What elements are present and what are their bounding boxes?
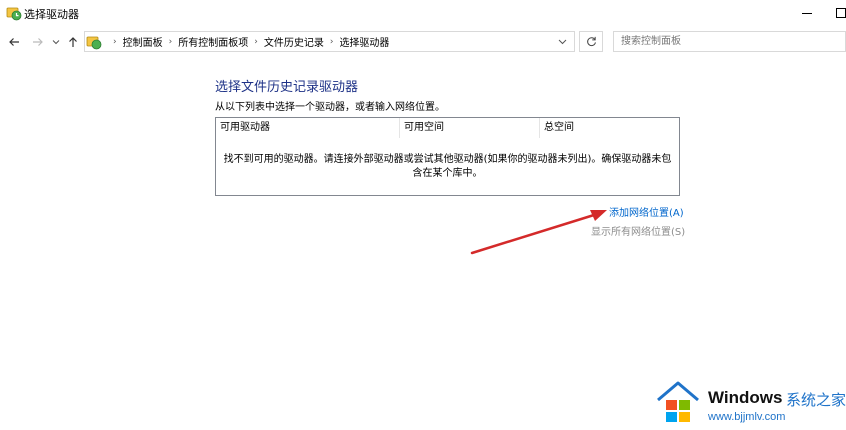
- windows-house-logo-icon: [657, 381, 699, 422]
- arrow-up-icon: [69, 37, 77, 47]
- drive-list[interactable]: 可用驱动器 可用空间 总空间 找不到可用的驱动器。请连接外部驱动器或尝试其他驱动…: [215, 117, 680, 196]
- refresh-icon: [586, 36, 596, 47]
- refresh-button[interactable]: [579, 31, 603, 52]
- navigation-bar: › 控制面板 › 所有控制面板项 › 文件历史记录 › 选择驱动器: [0, 28, 846, 56]
- chevron-down-icon: [52, 40, 60, 45]
- column-header-total-space[interactable]: 总空间: [540, 118, 679, 138]
- minimize-icon: [802, 12, 812, 14]
- maximize-button[interactable]: [826, 0, 846, 26]
- instruction-text: 从以下列表中选择一个驱动器，或者输入网络位置。: [215, 102, 445, 113]
- add-network-location-link[interactable]: 添加网络位置(A): [609, 204, 684, 219]
- arrow-left-icon: [9, 38, 19, 46]
- breadcrumb-separator-icon: ›: [254, 36, 258, 47]
- title-bar: 选择驱动器: [0, 0, 846, 26]
- watermark-chinese: 系统之家: [786, 391, 846, 409]
- breadcrumb-select-drive[interactable]: 选择驱动器: [339, 34, 389, 49]
- back-button[interactable]: [6, 28, 22, 56]
- chevron-down-icon: [558, 39, 566, 44]
- breadcrumb-separator-icon: ›: [113, 36, 117, 47]
- column-header-drive[interactable]: 可用驱动器: [216, 118, 399, 138]
- address-dropdown-button[interactable]: [556, 35, 568, 47]
- address-bar[interactable]: › 控制面板 › 所有控制面板项 › 文件历史记录 › 选择驱动器: [84, 31, 575, 52]
- maximize-icon: [836, 8, 846, 18]
- forward-button[interactable]: [30, 28, 46, 56]
- search-input[interactable]: [613, 31, 846, 52]
- breadcrumb-control-panel[interactable]: 控制面板: [123, 34, 163, 49]
- breadcrumb-separator-icon: ›: [168, 36, 173, 47]
- arrow-right-icon: [33, 38, 43, 46]
- window-title: 选择驱动器: [24, 8, 79, 21]
- breadcrumb-separator-icon: ›: [329, 36, 334, 47]
- page-title: 选择文件历史记录驱动器: [215, 80, 359, 95]
- breadcrumb: › 控制面板 › 所有控制面板项 › 文件历史记录 › 选择驱动器: [107, 32, 389, 51]
- watermark-brand: Windows: [708, 388, 783, 407]
- column-header-free-space[interactable]: 可用空间: [400, 118, 539, 138]
- file-history-icon: [6, 5, 22, 21]
- up-button[interactable]: [65, 28, 81, 56]
- recent-locations-button[interactable]: [50, 28, 62, 56]
- breadcrumb-all-items[interactable]: 所有控制面板项: [178, 34, 248, 49]
- control-panel-icon: [86, 34, 102, 50]
- show-network-locations-link: 显示所有网络位置(S): [591, 227, 686, 238]
- watermark-url: www.bjjmlv.com: [708, 411, 786, 423]
- breadcrumb-file-history[interactable]: 文件历史记录: [264, 34, 324, 49]
- minimize-button[interactable]: [792, 0, 822, 26]
- empty-list-message: 找不到可用的驱动器。请连接外部驱动器或尝试其他驱动器(如果你的驱动器未列出)。确…: [223, 154, 672, 179]
- annotation-arrow: [470, 210, 607, 255]
- watermark: Windows 系统之家 www.bjjmlv.com: [656, 380, 846, 430]
